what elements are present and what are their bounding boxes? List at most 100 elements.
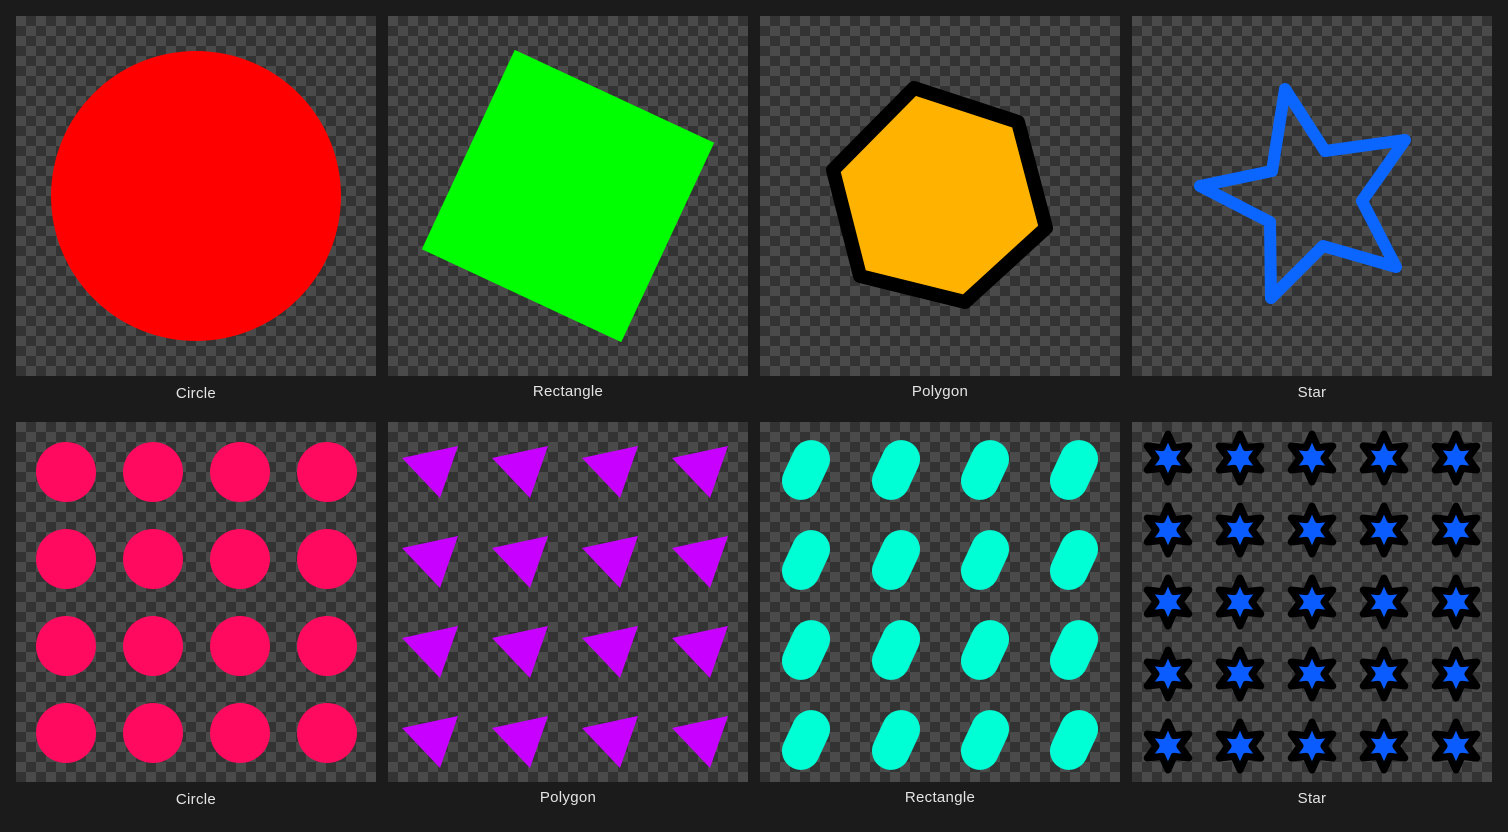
star-pattern-item [1287, 502, 1337, 558]
circle-pattern-item [210, 703, 270, 763]
star-pattern-item [1143, 718, 1193, 774]
tile-label: Rectangle [904, 789, 976, 806]
capsule-pattern-item [1049, 710, 1099, 770]
triangle-pattern-item [402, 716, 458, 768]
capsule-pattern-item [960, 710, 1010, 770]
capsule-pattern-item [1049, 620, 1099, 680]
tile-label: Circle [175, 791, 217, 808]
star-pattern-item [1431, 430, 1481, 486]
star-pattern-item [1287, 574, 1337, 630]
triangle-pattern-item [492, 446, 548, 498]
star-pattern-item [1431, 574, 1481, 630]
star-pattern-item [1359, 574, 1409, 630]
triangle-pattern-item [582, 716, 638, 768]
circle-thumbnail[interactable] [16, 16, 376, 376]
capsule-pattern-preview [781, 440, 1099, 770]
polygon-preview [826, 81, 1053, 309]
star-pattern-item [1359, 646, 1409, 702]
star-pattern-item [1215, 430, 1265, 486]
circle-preview [51, 51, 341, 341]
star-pattern-item [1287, 430, 1337, 486]
triangle-pattern-item [672, 446, 728, 498]
star-pattern-item [1215, 574, 1265, 630]
circle-pattern-item [297, 703, 357, 763]
circle-pattern-item [297, 529, 357, 589]
star-pattern-item [1143, 646, 1193, 702]
tile-rectangle[interactable]: Rectangle [388, 16, 748, 400]
circle-pattern-item [36, 442, 96, 502]
triangle-pattern-preview [402, 446, 728, 768]
star-outline-shape [1194, 83, 1411, 304]
triangle-pattern-thumbnail[interactable] [388, 422, 748, 782]
circle-pattern-item [36, 616, 96, 676]
circle-shape [51, 51, 341, 341]
triangle-pattern-item [672, 536, 728, 588]
capsule-pattern-thumbnail[interactable] [760, 422, 1120, 782]
shape-gallery: Circle Rectangle Polygon Star Circle Pol… [0, 0, 1508, 832]
capsule-pattern-item [781, 530, 831, 590]
triangle-pattern-item [492, 536, 548, 588]
triangle-pattern-item [582, 626, 638, 678]
triangle-pattern-item [582, 446, 638, 498]
triangle-pattern-item [402, 536, 458, 588]
tile-label: Circle [175, 385, 217, 402]
rectangle-shape [421, 49, 715, 343]
star-pattern-item [1215, 646, 1265, 702]
star-pattern-item [1359, 502, 1409, 558]
capsule-pattern-item [1049, 530, 1099, 590]
tile-star[interactable]: Star [1132, 16, 1492, 401]
triangle-pattern-item [402, 626, 458, 678]
tile-triangle-pattern[interactable]: Polygon [388, 422, 748, 806]
polygon-thumbnail[interactable] [760, 16, 1120, 376]
capsule-pattern-item [871, 710, 921, 770]
circle-pattern-item [210, 442, 270, 502]
tile-circle-pattern[interactable]: Circle [16, 422, 376, 808]
tile-label: Polygon [539, 789, 597, 806]
star-pattern-thumbnail[interactable] [1132, 422, 1492, 782]
capsule-pattern-item [781, 710, 831, 770]
rectangle-thumbnail[interactable] [388, 16, 748, 376]
capsule-pattern-item [871, 530, 921, 590]
tile-label: Star [1297, 790, 1327, 807]
circle-pattern-item [297, 616, 357, 676]
star-pattern-item [1359, 430, 1409, 486]
capsule-pattern-item [871, 620, 921, 680]
star-pattern-item [1431, 646, 1481, 702]
circle-pattern-item [210, 529, 270, 589]
tile-label: Star [1297, 384, 1327, 401]
tile-label: Polygon [911, 383, 969, 400]
star-pattern-item [1143, 502, 1193, 558]
star-pattern-item [1287, 718, 1337, 774]
star-pattern-item [1143, 574, 1193, 630]
capsule-pattern-item [960, 620, 1010, 680]
tile-circle[interactable]: Circle [16, 16, 376, 402]
triangle-pattern-item [582, 536, 638, 588]
circle-pattern-item [297, 442, 357, 502]
star-pattern-item [1287, 646, 1337, 702]
circle-pattern-thumbnail[interactable] [16, 422, 376, 782]
circle-pattern-item [210, 616, 270, 676]
circle-pattern-item [123, 616, 183, 676]
capsule-pattern-item [960, 530, 1010, 590]
star-thumbnail[interactable] [1132, 16, 1492, 376]
circle-pattern-item [36, 529, 96, 589]
tile-capsule-pattern[interactable]: Rectangle [760, 422, 1120, 806]
hexagon-shape [826, 81, 1053, 309]
tile-star-pattern[interactable]: Star [1132, 422, 1492, 807]
star-pattern-item [1215, 718, 1265, 774]
capsule-pattern-item [871, 440, 921, 500]
triangle-pattern-item [672, 626, 728, 678]
capsule-pattern-item [960, 440, 1010, 500]
star-pattern-item [1143, 430, 1193, 486]
capsule-pattern-item [781, 440, 831, 500]
capsule-pattern-item [1049, 440, 1099, 500]
star-pattern-preview [1143, 430, 1481, 774]
triangle-pattern-item [492, 716, 548, 768]
circle-pattern-item [123, 703, 183, 763]
star-pattern-item [1431, 502, 1481, 558]
star-pattern-item [1215, 502, 1265, 558]
tile-polygon[interactable]: Polygon [760, 16, 1120, 400]
star-pattern-item [1359, 718, 1409, 774]
triangle-pattern-item [672, 716, 728, 768]
circle-pattern-preview [36, 442, 357, 763]
